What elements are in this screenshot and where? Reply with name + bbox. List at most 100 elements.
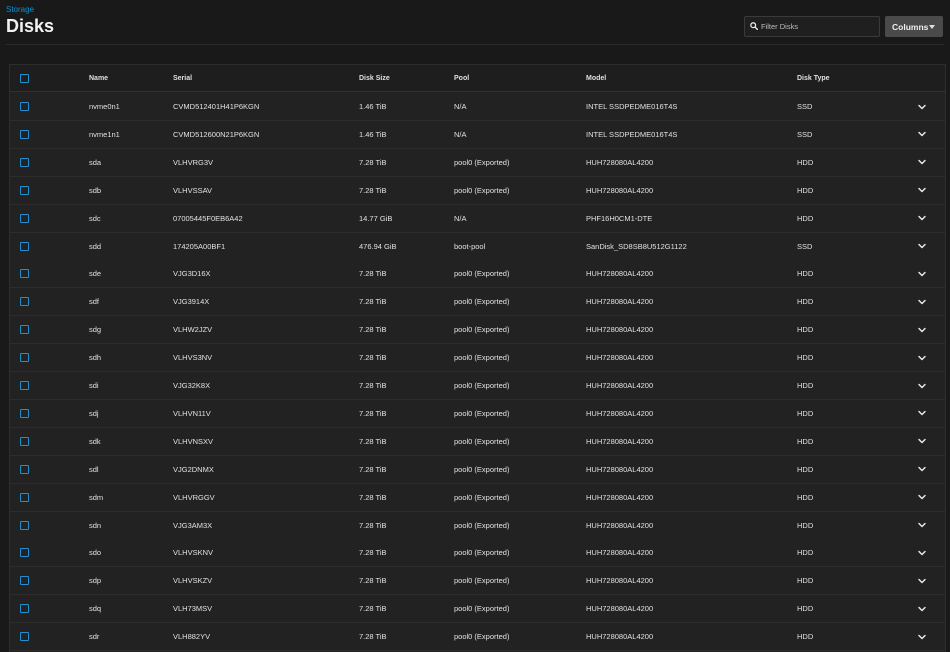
header-model[interactable]: Model <box>586 65 606 91</box>
row-select-cell <box>20 484 29 511</box>
page-title: Disks <box>6 16 55 36</box>
disk-pool: N/A <box>454 102 467 111</box>
search-input[interactable] <box>761 18 877 35</box>
header-pool[interactable]: Pool <box>454 65 469 91</box>
row-checkbox[interactable] <box>20 353 29 363</box>
row-select-cell <box>20 260 29 287</box>
table-row[interactable]: sdm VLHVRGGV 7.28 TiB pool0 (Exported) HUH72… <box>10 483 945 512</box>
row-checkbox[interactable] <box>20 241 29 251</box>
header-disk-size[interactable]: Disk Size <box>359 65 390 91</box>
header-name[interactable]: Name <box>89 65 108 91</box>
header-disk-type[interactable]: Disk Type <box>797 65 830 91</box>
chevron-down-icon[interactable] <box>917 241 927 251</box>
row-checkbox[interactable] <box>20 604 29 614</box>
row-checkbox[interactable] <box>20 381 29 390</box>
disk-size: 7.28 TiB <box>359 325 387 335</box>
row-checkbox[interactable] <box>20 464 29 474</box>
row-checkbox[interactable] <box>20 269 29 279</box>
chevron-down-icon[interactable] <box>917 353 927 363</box>
disk-type: SSD <box>797 241 813 251</box>
row-checkbox[interactable] <box>20 632 29 642</box>
disk-model: HUH728080AL4200 <box>586 520 654 530</box>
disk-type: HDD <box>797 436 814 446</box>
row-checkbox[interactable] <box>20 157 29 167</box>
chevron-down-icon[interactable] <box>917 129 927 139</box>
chevron-down-icon[interactable] <box>917 548 927 558</box>
row-checkbox[interactable] <box>20 102 29 111</box>
table-row[interactable]: sdd 174205A00BF1 476.94 GiB boot-pool SanDis… <box>10 232 945 261</box>
disk-size: 7.28 TiB <box>359 492 387 502</box>
disk-size: 7.28 TiB <box>359 436 387 446</box>
table-row[interactable]: sdg VLHW2JZV 7.28 TiB pool0 (Exported) HUH72… <box>10 316 945 345</box>
row-checkbox[interactable] <box>20 436 29 446</box>
chevron-down-icon[interactable] <box>917 464 927 474</box>
search-box[interactable] <box>744 16 880 37</box>
chevron-down-icon[interactable] <box>917 436 927 446</box>
row-select-cell <box>20 428 29 455</box>
table-row[interactable]: sdq VLH73MSV 7.28 TiB pool0 (Exported) HUH72… <box>10 595 945 624</box>
table-row[interactable]: sde VJG3D16X 7.28 TiB pool0 (Exported) HUH72… <box>10 260 945 289</box>
disk-type: HDD <box>797 269 814 279</box>
table-row[interactable]: sdp VLHVSKZV 7.28 TiB pool0 (Exported) HUH72… <box>10 567 945 596</box>
row-select-cell <box>20 233 29 260</box>
table-row[interactable]: sdc 07005445F0EB6A42 14.77 GiB N/A PHF16H0CM… <box>10 204 945 233</box>
row-checkbox[interactable] <box>20 325 29 335</box>
disk-type: HDD <box>797 157 814 167</box>
columns-button[interactable]: Columns <box>885 16 943 37</box>
chevron-down-icon[interactable] <box>917 604 927 614</box>
chevron-down-icon[interactable] <box>917 297 927 307</box>
table-row[interactable]: nvme1n1 CVMD512600N21P6KGN 1.46 TiB N/A INTE… <box>10 120 945 149</box>
row-checkbox[interactable] <box>20 297 29 307</box>
expand-cell <box>917 205 927 232</box>
disk-name: sdg <box>89 325 102 335</box>
chevron-down-icon[interactable] <box>917 576 927 586</box>
row-checkbox[interactable] <box>20 129 29 139</box>
table-row[interactable]: nvme0n1 CVMD512401H41P6KGN 1.46 TiB N/A INTE… <box>10 93 945 121</box>
disk-model: HUH728080AL4200 <box>586 353 654 363</box>
row-checkbox[interactable] <box>20 185 29 195</box>
disk-serial: 174205A00BF1 <box>173 241 226 251</box>
table-row[interactable]: sdo VLHVSKNV 7.28 TiB pool0 (Exported) HUH72… <box>10 539 945 568</box>
chevron-down-icon[interactable] <box>917 408 927 418</box>
disk-pool: pool0 (Exported) <box>454 325 510 335</box>
row-select-cell <box>20 93 29 120</box>
disk-pool: pool0 (Exported) <box>454 297 510 307</box>
chevron-down-icon[interactable] <box>917 185 927 195</box>
disk-model: SanDisk_SD8SB8U512G1122 <box>586 241 687 251</box>
disk-name: sdm <box>89 492 104 502</box>
table-row[interactable]: sdf VJG3914X 7.28 TiB pool0 (Exported) HUH72… <box>10 288 945 317</box>
row-select-cell <box>20 623 29 650</box>
row-checkbox[interactable] <box>20 408 29 418</box>
row-checkbox[interactable] <box>20 520 29 530</box>
chevron-down-icon[interactable] <box>917 520 927 530</box>
table-row[interactable]: sdb VLHVSSAV 7.28 TiB pool0 (Exported) HUH72… <box>10 176 945 205</box>
chevron-down-icon[interactable] <box>917 325 927 335</box>
chevron-down-icon[interactable] <box>917 102 927 112</box>
table-row[interactable]: sda VLHVRG3V 7.28 TiB pool0 (Exported) HUH72… <box>10 148 945 177</box>
table-row[interactable]: sdi VJG32K8X 7.28 TiB pool0 (Exported) HUH72… <box>10 372 945 400</box>
row-checkbox[interactable] <box>20 576 29 586</box>
table-row[interactable]: sdh VLHVS3NV 7.28 TiB pool0 (Exported) HUH72… <box>10 344 945 373</box>
disks-table: Name Serial Disk Size Pool Model Disk Ty… <box>9 64 946 652</box>
table-row[interactable]: sdr VLH882YV 7.28 TiB pool0 (Exported) HUH72… <box>10 623 945 652</box>
disk-size: 7.28 TiB <box>359 185 387 195</box>
disk-size: 14.77 GiB <box>359 213 393 223</box>
table-row[interactable]: sdn VJG3AM3X 7.28 TiB pool0 (Exported) HUH72… <box>10 511 945 540</box>
table-row[interactable]: sdl VJG2DNMX 7.28 TiB pool0 (Exported) HUH72… <box>10 455 945 484</box>
chevron-down-icon[interactable] <box>917 269 927 279</box>
chevron-down-icon[interactable] <box>917 157 927 167</box>
chevron-down-icon[interactable] <box>917 492 927 502</box>
select-all-checkbox[interactable] <box>20 73 29 83</box>
disk-size: 7.28 TiB <box>359 297 387 307</box>
row-checkbox[interactable] <box>20 492 29 502</box>
chevron-down-icon[interactable] <box>917 632 927 642</box>
chevron-down-icon[interactable] <box>917 213 927 223</box>
header-serial[interactable]: Serial <box>173 65 192 91</box>
breadcrumb[interactable]: Storage <box>6 5 34 14</box>
row-checkbox[interactable] <box>20 213 29 223</box>
row-checkbox[interactable] <box>20 548 29 558</box>
chevron-down-icon[interactable] <box>917 381 927 391</box>
disk-name: sdf <box>89 297 100 307</box>
table-row[interactable]: sdk VLHVNSXV 7.28 TiB pool0 (Exported) HUH72… <box>10 427 945 456</box>
table-row[interactable]: sdj VLHVN11V 7.28 TiB pool0 (Exported) HUH72… <box>10 399 945 428</box>
